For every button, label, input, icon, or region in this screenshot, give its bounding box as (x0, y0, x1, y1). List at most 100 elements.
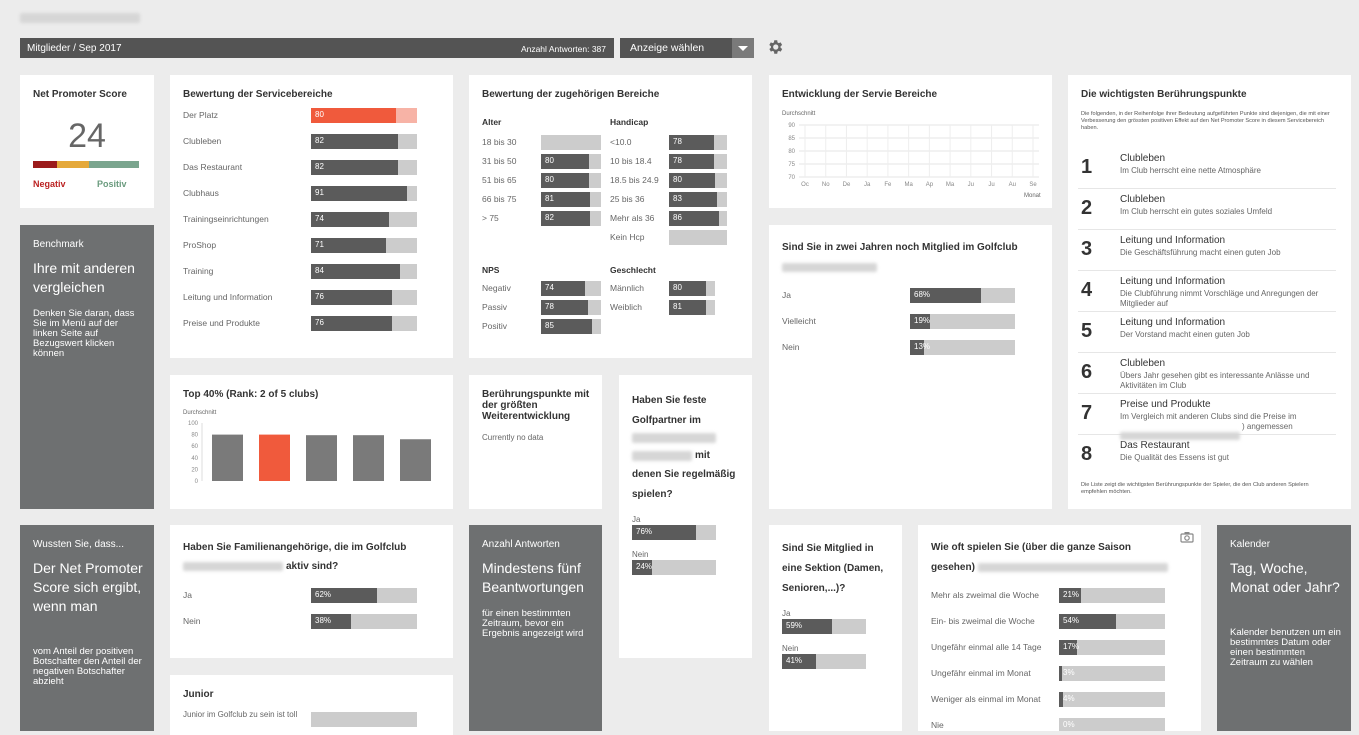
bar-fill (311, 264, 401, 279)
touchpoint-desc: Die Qualität des Essens ist gut (1120, 453, 1229, 462)
service-card: Bewertung der Servicebereiche Der Platz 8… (170, 75, 453, 358)
bar-track: 3% (1059, 666, 1165, 681)
touchpoints-title: Die wichtigsten Berührungspunkte (1081, 89, 1247, 100)
touchpoint-desc-2: ) angemessen (1242, 422, 1293, 431)
trend-xtick: Au (1009, 182, 1016, 188)
trend-xtick: Ma (904, 182, 913, 188)
alter-title: Alter (482, 117, 502, 127)
bar-value: 82 (315, 162, 324, 171)
bar-value: 86 (673, 213, 682, 222)
top40-ytick: 60 (191, 444, 198, 450)
bar-track: 80 (669, 173, 727, 188)
trend-xtick: Oc (801, 182, 809, 188)
service-title: Bewertung der Servicebereiche (183, 89, 333, 100)
bar-value: 59% (786, 621, 803, 630)
trend-chart: 90 85 80 75 70 Oc No De Ja Fe Ma Ap Ma Ju Ju Au Se (788, 123, 1039, 188)
nps-positive-label: Positiv (97, 179, 127, 189)
bar-value: 82 (315, 136, 324, 145)
nps-negative-label: Negativ (33, 179, 66, 189)
top40-chart: 100 80 60 40 20 0 (188, 421, 431, 485)
touchpoint-title: Clubleben (1120, 194, 1166, 205)
trend-xlabel: Monat (1024, 193, 1041, 199)
bar-track: 17% (1059, 640, 1165, 655)
member-2y-title: Sind Sie in zwei Jahren noch Mitglied im… (782, 242, 1018, 253)
bar-track: 62% (311, 588, 417, 603)
bar-value: 76% (636, 527, 653, 536)
trend-xtick: Se (1029, 182, 1037, 188)
nps-group-title: NPS (482, 265, 500, 275)
bar-track: 78 (669, 135, 727, 150)
top40-card: Top 40% (Rank: 2 of 5 clubs) Durchschnit… (170, 375, 453, 509)
trend-xtick: Ja (864, 182, 871, 188)
display-select[interactable]: Anzeige wählen (620, 38, 754, 58)
bar-track: 81 (541, 192, 601, 207)
bar-label: Ja (782, 290, 791, 300)
trend-xtick: Ma (946, 182, 955, 188)
bar-label: > 75 (482, 213, 499, 223)
bar-track (669, 230, 727, 245)
top40-ytick: 0 (195, 479, 199, 485)
touchdev-text: Currently no data (482, 433, 544, 442)
trend-ytick: 80 (788, 149, 795, 155)
bar-track: 38% (311, 614, 417, 629)
bar-value: 85 (545, 321, 554, 330)
bar-label: Training (183, 266, 214, 276)
bar-label: Das Restaurant (183, 162, 243, 172)
bar-track: 82 (311, 134, 417, 149)
kalender-card[interactable]: Kalender Tag, Woche, Monat oder Jahr? Ka… (1217, 525, 1351, 731)
bar-label: Ungefähr einmal alle 14 Tage (931, 642, 1042, 652)
frequency-title: Wie oft spielen Sie (über die ganze Sais… (931, 542, 1131, 553)
touchpoint-divider (1078, 393, 1336, 394)
wussten-text: vom Anteil der positiven Botschafter den… (33, 646, 142, 687)
partner-title-2: mit (695, 450, 710, 461)
bar-value: 74 (315, 214, 324, 223)
bar-label: 51 bis 65 (482, 175, 517, 185)
kalender-headline: Tag, Woche, Monat oder Jahr? (1230, 560, 1340, 595)
bar-label: Leitung und Information (183, 292, 273, 302)
benchmark-card[interactable]: Benchmark Ihre mit anderen vergleichen D… (20, 225, 154, 509)
junior-label: Junior im Golfclub zu sein ist toll (183, 710, 298, 719)
bar-value: 19% (914, 316, 931, 325)
bar-label: <10.0 (610, 137, 632, 147)
bar-value: 78 (673, 156, 682, 165)
trend-xtick: No (822, 182, 830, 188)
anzahl-text: für einen bestimmten Zeitraum, bevor ein… (482, 608, 584, 639)
bar-value: 80 (673, 175, 682, 184)
touchpoints-card: Die wichtigsten Berührungspunkte Die fol… (1068, 75, 1351, 509)
bar-track: 91 (311, 186, 417, 201)
bar-label: Trainingseinrichtungen (183, 214, 269, 224)
touchpoint-number: 1 (1081, 156, 1093, 178)
bar-track: 21% (1059, 588, 1165, 603)
camera-icon[interactable] (1180, 531, 1194, 543)
touchpoints-footer: Die Liste zeigt die wichtigsten Berührun… (1081, 482, 1309, 495)
nps-value: 24 (68, 117, 106, 155)
touchpoint-title: Clubleben (1120, 358, 1166, 369)
gear-icon[interactable] (766, 38, 784, 56)
top40-bar (259, 434, 290, 481)
bar-label: Clubleben (183, 136, 222, 146)
breadcrumb: Mitglieder / Sep 2017 (27, 43, 122, 54)
touchpoint-divider (1078, 311, 1336, 312)
bar-track: 85 (541, 319, 601, 334)
bar-label: Preise und Produkte (183, 318, 261, 328)
benchmark-text: Denken Sie daran, dass Sie im Menü auf d… (33, 308, 135, 359)
bar-track: 76 (311, 316, 417, 331)
bar-track: 78 (669, 154, 727, 169)
touchpoint-divider (1078, 188, 1336, 189)
bar-track: 19% (910, 314, 1015, 329)
member-2y-blurred (782, 263, 877, 272)
bar-label: Ungefähr einmal im Monat (931, 668, 1031, 678)
price-blurred (1120, 432, 1240, 440)
top40-bar (353, 435, 384, 481)
touchpoint-number: 2 (1081, 197, 1093, 219)
bar-label: 18.5 bis 24.9 (610, 175, 659, 185)
bar-value: 13% (914, 342, 931, 351)
nps-card: Net Promoter Score 24 Negativ Positiv (20, 75, 154, 208)
member-2y-card: Sind Sie in zwei Jahren noch Mitglied im… (769, 225, 1052, 509)
section-card: Sind Sie Mitglied in eine Sektion (Damen… (769, 525, 902, 731)
bar-label: Mehr als 36 (610, 213, 655, 223)
top40-ytick: 40 (191, 456, 198, 462)
touchpoint-number: 4 (1081, 279, 1093, 301)
top40-ytick: 100 (188, 421, 199, 427)
kalender-title: Kalender (1230, 539, 1271, 550)
